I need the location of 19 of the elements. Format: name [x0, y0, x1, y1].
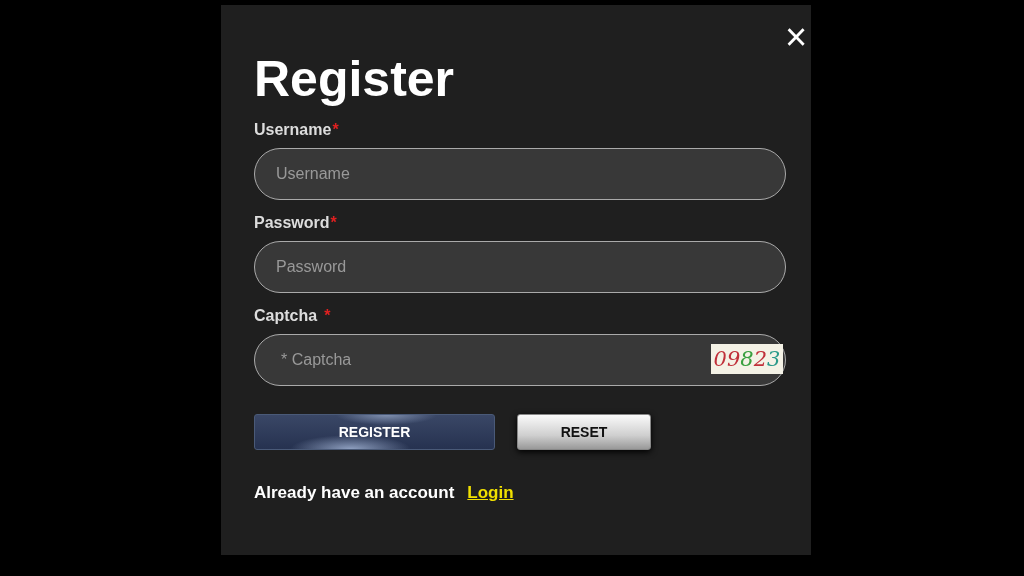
reset-button[interactable]: RESET — [517, 414, 651, 450]
captcha-character: 3 — [767, 347, 781, 371]
password-field[interactable]: Password — [254, 241, 786, 293]
account-prompt: Already have an account — [254, 483, 455, 503]
field-label: Username — [254, 121, 332, 138]
captcha-character: 2 — [753, 347, 768, 371]
captcha-character: 0 — [713, 347, 727, 371]
field-label: Captcha — [254, 307, 318, 324]
captcha-character: 9 — [726, 347, 741, 371]
captcha-character: 8 — [740, 347, 754, 371]
username-field[interactable]: Username — [254, 148, 786, 200]
login-link[interactable]: Login — [467, 483, 514, 503]
close-button[interactable]: × — [781, 21, 811, 53]
dialog-title: Register — [254, 50, 455, 109]
register-button[interactable]: REGISTER — [254, 414, 495, 450]
required-mark: * — [332, 121, 339, 138]
required-mark: * — [324, 307, 331, 324]
field-label: Password — [254, 214, 330, 231]
required-mark: * — [330, 214, 337, 231]
